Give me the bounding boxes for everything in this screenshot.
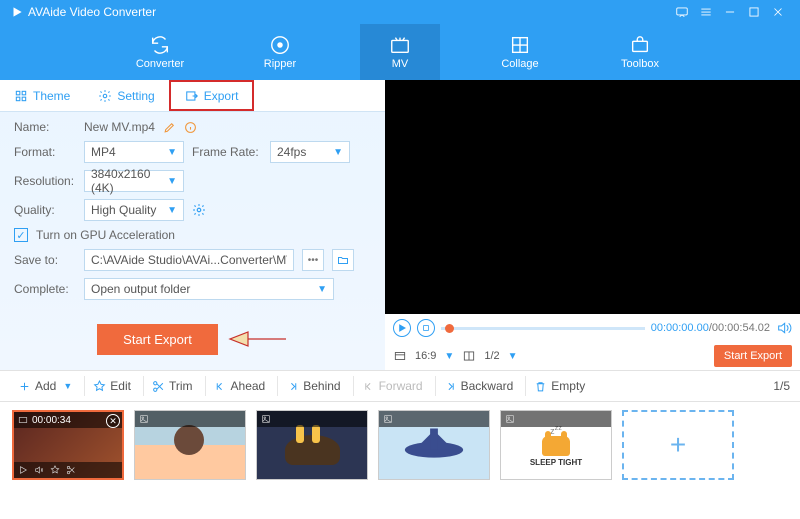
start-export-secondary[interactable]: Start Export bbox=[714, 345, 792, 367]
clip-toolbar: Add▼ Edit Trim Ahead Behind Forward Back… bbox=[0, 370, 800, 402]
thumb-5-caption: SLEEP TIGHT bbox=[530, 458, 582, 467]
thumb-5[interactable]: zzz SLEEP TIGHT bbox=[500, 410, 612, 480]
stop-button[interactable] bbox=[417, 319, 435, 337]
panel-tabs: Theme Setting Export bbox=[0, 80, 385, 112]
preview-subbar: 16:9 ▼ 1/2 ▼ Start Export bbox=[385, 342, 800, 370]
name-value: New MV.mp4 bbox=[84, 120, 155, 134]
nav-mv[interactable]: MV bbox=[360, 24, 440, 80]
framerate-label: Frame Rate: bbox=[192, 145, 262, 159]
layout-page: 1/2 bbox=[484, 350, 499, 362]
time-display: 00:00:00.00/00:00:54.02 bbox=[651, 322, 770, 334]
framerate-select[interactable]: 24fps▼ bbox=[270, 141, 350, 163]
quality-gear-icon[interactable] bbox=[192, 203, 206, 217]
nav-toolbox[interactable]: Toolbox bbox=[600, 24, 680, 80]
saveto-input[interactable] bbox=[84, 249, 294, 271]
maximize-icon[interactable] bbox=[742, 0, 766, 24]
titlebar: AVAide Video Converter bbox=[0, 0, 800, 24]
seek-slider[interactable] bbox=[441, 327, 645, 330]
empty-button[interactable]: Empty bbox=[525, 376, 593, 396]
tab-export[interactable]: Export bbox=[169, 80, 255, 111]
settings-panel: Theme Setting Export Name: New MV.mp4 Fo… bbox=[0, 80, 385, 370]
aspect-icon[interactable] bbox=[393, 349, 407, 363]
ahead-button[interactable]: Ahead bbox=[205, 376, 274, 396]
more-path-button[interactable]: ••• bbox=[302, 249, 324, 271]
trim-button[interactable]: Trim bbox=[143, 376, 201, 396]
feedback-icon[interactable] bbox=[670, 0, 694, 24]
thumb-3[interactable] bbox=[256, 410, 368, 480]
main-nav: Converter Ripper MV Collage Toolbox bbox=[0, 24, 800, 80]
saveto-label: Save to: bbox=[14, 253, 76, 267]
close-icon[interactable] bbox=[766, 0, 790, 24]
thumb-4[interactable] bbox=[378, 410, 490, 480]
open-folder-button[interactable] bbox=[332, 249, 354, 271]
thumb-1-remove-icon[interactable]: ✕ bbox=[106, 414, 120, 428]
complete-label: Complete: bbox=[14, 282, 76, 296]
nav-collage[interactable]: Collage bbox=[480, 24, 560, 80]
menu-icon[interactable] bbox=[694, 0, 718, 24]
tab-export-label: Export bbox=[204, 89, 239, 103]
app-title: AVAide Video Converter bbox=[28, 5, 156, 19]
backward-button[interactable]: Backward bbox=[435, 376, 522, 396]
behind-button[interactable]: Behind bbox=[277, 376, 348, 396]
complete-select[interactable]: Open output folder▼ bbox=[84, 278, 334, 300]
aspect-caret-icon[interactable]: ▼ bbox=[444, 351, 454, 362]
minimize-icon[interactable] bbox=[718, 0, 742, 24]
add-button[interactable]: Add▼ bbox=[10, 376, 80, 396]
nav-ripper[interactable]: Ripper bbox=[240, 24, 320, 80]
app-logo: AVAide Video Converter bbox=[10, 5, 156, 19]
play-button[interactable] bbox=[393, 319, 411, 337]
player-controls: 00:00:00.00/00:00:54.02 bbox=[385, 314, 800, 342]
resolution-select[interactable]: 3840x2160 (4K)▼ bbox=[84, 170, 184, 192]
forward-button: Forward bbox=[353, 376, 431, 396]
tab-setting[interactable]: Setting bbox=[84, 80, 168, 111]
nav-converter[interactable]: Converter bbox=[120, 24, 200, 80]
export-form: Name: New MV.mp4 Format: MP4▼ Frame Rate… bbox=[0, 112, 385, 308]
thumb-mute-icon[interactable] bbox=[34, 465, 44, 475]
tab-theme[interactable]: Theme bbox=[0, 80, 84, 111]
nav-collage-label: Collage bbox=[501, 58, 538, 70]
edit-name-icon[interactable] bbox=[163, 121, 176, 134]
quality-select[interactable]: High Quality▼ bbox=[84, 199, 184, 221]
format-label: Format: bbox=[14, 145, 76, 159]
thumb-trim-icon[interactable] bbox=[66, 465, 76, 475]
thumb-2[interactable] bbox=[134, 410, 246, 480]
volume-icon[interactable] bbox=[776, 320, 792, 336]
layout-icon[interactable] bbox=[462, 349, 476, 363]
add-clip-tile[interactable]: + bbox=[622, 410, 734, 480]
thumb-1-duration: 00:00:34 bbox=[32, 415, 71, 426]
thumb-1[interactable]: 00:00:34 ✕ bbox=[12, 410, 124, 480]
pointer-arrow-icon bbox=[228, 327, 288, 351]
nav-ripper-label: Ripper bbox=[264, 58, 296, 70]
video-preview[interactable] bbox=[385, 80, 800, 314]
preview-panel: 00:00:00.00/00:00:54.02 16:9 ▼ 1/2 ▼ Sta… bbox=[385, 80, 800, 370]
name-label: Name: bbox=[14, 120, 76, 134]
clip-counter: 1/5 bbox=[773, 379, 790, 393]
thumb-effects-icon[interactable] bbox=[50, 465, 60, 475]
main-area: Theme Setting Export Name: New MV.mp4 Fo… bbox=[0, 80, 800, 370]
tab-setting-label: Setting bbox=[117, 89, 154, 103]
resolution-label: Resolution: bbox=[14, 174, 76, 188]
quality-label: Quality: bbox=[14, 203, 76, 217]
thumb-play-icon[interactable] bbox=[18, 465, 28, 475]
edit-button[interactable]: Edit bbox=[84, 376, 139, 396]
gpu-checkbox[interactable]: ✓ bbox=[14, 228, 28, 242]
info-icon[interactable] bbox=[184, 121, 197, 134]
format-select[interactable]: MP4▼ bbox=[84, 141, 184, 163]
nav-mv-label: MV bbox=[392, 58, 409, 70]
nav-toolbox-label: Toolbox bbox=[621, 58, 659, 70]
start-export-button[interactable]: Start Export bbox=[97, 324, 218, 355]
gpu-label: Turn on GPU Acceleration bbox=[36, 228, 175, 242]
layout-caret-icon[interactable]: ▼ bbox=[508, 351, 518, 362]
clip-thumbnails: 00:00:34 ✕ zzz SLEEP TIGHT + bbox=[0, 402, 800, 491]
aspect-value: 16:9 bbox=[415, 350, 436, 362]
nav-converter-label: Converter bbox=[136, 58, 184, 70]
tab-theme-label: Theme bbox=[33, 89, 70, 103]
